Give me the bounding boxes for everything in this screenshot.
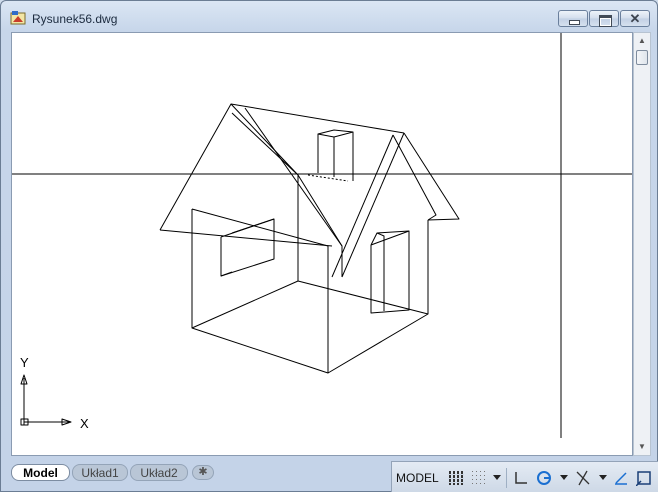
chimney [317, 129, 354, 181]
roof-ridge [230, 103, 405, 134]
window-controls: ✕ [557, 10, 650, 27]
autocad-drawing-icon [10, 11, 26, 25]
window-title: Rysunek56.dwg [32, 12, 118, 26]
maximize-button[interactable] [589, 10, 619, 27]
dynamic-ucs-icon[interactable] [613, 470, 629, 486]
status-bar: MODEL [391, 461, 658, 492]
house-floor [191, 280, 429, 329]
object-snap-icon[interactable] [575, 470, 591, 486]
model-space-viewport[interactable]: Y X [11, 32, 633, 456]
vertical-scrollbar[interactable]: ▲ ▼ [633, 32, 651, 456]
ortho-mode-icon[interactable] [513, 470, 529, 486]
scroll-down-icon[interactable]: ▼ [634, 440, 650, 454]
osnap-dropdown-icon[interactable] [599, 475, 607, 480]
close-button[interactable]: ✕ [620, 10, 650, 27]
layout-tabs: Model Układ1 Układ2 ✱ [1, 461, 391, 487]
scrollbar-thumb[interactable] [636, 50, 648, 65]
scroll-up-icon[interactable]: ▲ [634, 34, 650, 48]
ucs-y-label: Y [20, 355, 29, 370]
close-icon: ✕ [629, 11, 641, 26]
minimize-icon [559, 11, 587, 26]
status-separator [506, 468, 507, 488]
title-bar[interactable]: Rysunek56.dwg ✕ [1, 1, 657, 31]
add-layout-icon[interactable]: ✱ [192, 465, 214, 480]
viewport-icon[interactable] [636, 470, 652, 486]
polar-dropdown-icon[interactable] [560, 475, 568, 480]
tab-layout1[interactable]: Układ1 [72, 464, 128, 481]
house-left-wall [191, 208, 329, 374]
grid-display-icon[interactable] [448, 470, 464, 486]
maximize-icon [590, 11, 618, 27]
tab-layout2[interactable]: Układ2 [130, 464, 188, 481]
snap-dropdown-icon[interactable] [493, 475, 501, 480]
minimize-button[interactable] [558, 10, 588, 27]
tab-model[interactable]: Model [11, 464, 70, 481]
polar-tracking-icon[interactable] [536, 470, 552, 486]
roof-left-plane [159, 103, 299, 231]
house-wireframe-drawing: Y X [12, 33, 632, 438]
drawing-window: Rysunek56.dwg ✕ Y X ▲ ▼ Model Układ1 Ukł… [0, 0, 658, 492]
ucs-x-label: X [80, 416, 89, 431]
model-space-toggle[interactable]: MODEL [396, 471, 439, 485]
ucs-icon [20, 374, 72, 426]
snap-mode-icon[interactable] [471, 470, 487, 486]
